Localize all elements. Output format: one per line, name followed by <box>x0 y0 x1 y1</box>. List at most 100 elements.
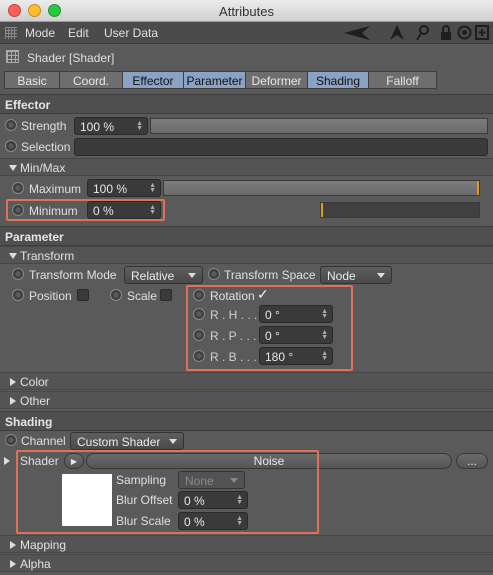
expand-triangle-icon <box>9 253 17 259</box>
spinner-arrows-icon[interactable]: ▲ ▼ <box>236 515 243 527</box>
blur-offset-input[interactable]: 0 % ▲ ▼ <box>178 491 248 509</box>
lock-icon[interactable] <box>440 25 452 41</box>
blur-scale-label: Blur Scale <box>116 514 171 528</box>
section-effector[interactable]: Effector <box>0 94 493 114</box>
spinner-arrows-icon[interactable]: ▲ ▼ <box>236 494 243 506</box>
strength-input[interactable]: 100 % ▲ ▼ <box>74 117 148 135</box>
subsection-minmax[interactable]: Min/Max <box>0 158 493 176</box>
subsection-mapping[interactable]: Mapping <box>0 535 493 553</box>
menu-user-data[interactable]: User Data <box>104 26 158 40</box>
cursor-up-icon[interactable] <box>390 25 404 40</box>
target-icon[interactable] <box>457 25 472 40</box>
selection-animate-icon[interactable] <box>5 140 17 152</box>
strength-value: 100 % <box>80 120 115 134</box>
maximum-label: Maximum <box>29 182 82 196</box>
channel-animate-icon[interactable] <box>5 434 17 446</box>
section-shading[interactable]: Shading <box>0 411 493 431</box>
spinner-arrows-icon[interactable]: ▲ ▼ <box>321 329 328 341</box>
rh-value: 0 ° <box>265 308 280 322</box>
selection-link-field[interactable] <box>74 138 488 156</box>
tab-falloff[interactable]: Falloff <box>368 71 437 89</box>
color-label: Color <box>20 375 49 389</box>
spinner-arrows-icon[interactable]: ▲ ▼ <box>149 182 156 194</box>
tab-effector[interactable]: Effector <box>122 71 184 89</box>
grid-handle-icon[interactable] <box>5 27 17 39</box>
shader-object-icon <box>6 50 19 63</box>
shader-more-button[interactable]: ... <box>456 453 488 469</box>
tab-shading[interactable]: Shading <box>307 71 369 89</box>
sampling-dropdown[interactable]: None <box>178 471 245 489</box>
rp-value: 0 ° <box>265 329 280 343</box>
transform-mode-animate-icon[interactable] <box>12 268 24 280</box>
chevron-down-icon <box>377 273 385 278</box>
scale-label: Scale <box>127 289 158 303</box>
shader-noise-button[interactable]: Noise <box>86 453 452 469</box>
collapsed-triangle-icon <box>10 560 16 568</box>
position-checkbox[interactable] <box>77 289 89 301</box>
collapsed-triangle-icon <box>10 378 16 386</box>
rh-animate-icon[interactable] <box>193 308 205 320</box>
rotation-checkbox-checked[interactable]: ✓ <box>257 287 269 301</box>
blur-scale-input[interactable]: 0 % ▲ ▼ <box>178 512 248 530</box>
spinner-arrows-icon[interactable]: ▲ ▼ <box>136 120 143 132</box>
transform-space-animate-icon[interactable] <box>208 268 220 280</box>
transform-space-dropdown[interactable]: Node <box>320 266 392 284</box>
blur-scale-value: 0 % <box>184 515 205 529</box>
rb-animate-icon[interactable] <box>193 350 205 362</box>
subsection-color[interactable]: Color <box>0 372 493 390</box>
menu-edit[interactable]: Edit <box>68 26 89 40</box>
minimum-input[interactable]: 0 % ▲ ▼ <box>87 201 161 219</box>
scale-animate-icon[interactable] <box>110 289 122 301</box>
collapsed-triangle-icon <box>10 397 16 405</box>
spinner-arrows-icon[interactable]: ▲ ▼ <box>321 350 328 362</box>
sampling-value: None <box>185 474 214 488</box>
rp-input[interactable]: 0 ° ▲ ▼ <box>259 326 333 344</box>
tab-parameter[interactable]: Parameter <box>183 71 246 89</box>
rp-animate-icon[interactable] <box>193 329 205 341</box>
chevron-down-icon <box>188 273 196 278</box>
rb-input[interactable]: 180 ° ▲ ▼ <box>259 347 333 365</box>
rh-input[interactable]: 0 ° ▲ ▼ <box>259 305 333 323</box>
minimum-slider[interactable] <box>320 202 480 218</box>
search-icon[interactable] <box>416 25 430 41</box>
new-window-icon[interactable] <box>475 25 489 40</box>
transform-mode-dropdown[interactable]: Relative <box>124 266 203 284</box>
transform-space-value: Node <box>327 269 356 283</box>
rb-label: R . B . . . <box>210 350 257 364</box>
section-parameter[interactable]: Parameter <box>0 226 493 246</box>
maximum-input[interactable]: 100 % ▲ ▼ <box>87 179 161 197</box>
tab-coord[interactable]: Coord. <box>59 71 123 89</box>
subsection-transform[interactable]: Transform <box>0 246 493 264</box>
maximum-slider[interactable] <box>163 180 480 196</box>
subsection-other[interactable]: Other <box>0 391 493 409</box>
transform-space-label: Transform Space <box>224 268 316 282</box>
menu-mode[interactable]: Mode <box>25 26 55 40</box>
strength-slider[interactable] <box>150 118 488 134</box>
strength-animate-icon[interactable] <box>5 119 17 131</box>
minimum-animate-icon[interactable] <box>12 204 24 216</box>
minimum-slider-marker <box>321 203 323 217</box>
maximum-value: 100 % <box>93 182 128 196</box>
tab-deformer[interactable]: Deformer <box>245 71 308 89</box>
scale-checkbox[interactable] <box>160 289 172 301</box>
maximum-animate-icon[interactable] <box>12 182 24 194</box>
expand-triangle-icon <box>9 165 17 171</box>
position-animate-icon[interactable] <box>12 289 24 301</box>
shader-expand-triangle-icon[interactable] <box>4 457 10 465</box>
channel-label: Channel <box>21 434 66 448</box>
spinner-arrows-icon[interactable]: ▲ ▼ <box>321 308 328 320</box>
tab-basic[interactable]: Basic <box>4 71 60 89</box>
shader-name: Noise <box>253 454 285 468</box>
spinner-arrows-icon[interactable]: ▲ ▼ <box>149 204 156 216</box>
pointer-arrow-icon[interactable] <box>344 26 370 40</box>
rotation-animate-icon[interactable] <box>193 289 205 301</box>
channel-dropdown[interactable]: Custom Shader <box>70 432 184 450</box>
transform-label: Transform <box>20 249 75 263</box>
shader-menu-button[interactable]: ▶ <box>64 453 84 469</box>
minimum-value: 0 % <box>93 204 114 218</box>
tab-bar: Basic Coord. Effector Parameter Deformer… <box>4 71 437 89</box>
rb-value: 180 ° <box>265 350 294 364</box>
section-effector-label: Effector <box>5 98 51 112</box>
subsection-alpha[interactable]: Alpha <box>0 554 493 572</box>
maximum-slider-fill <box>164 181 479 195</box>
